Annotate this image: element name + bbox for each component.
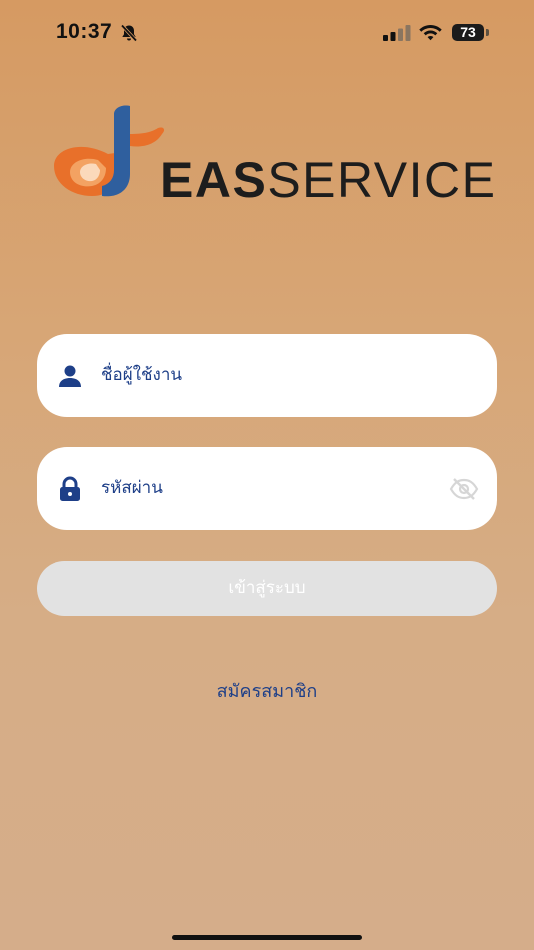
status-bar: 10:37 73 [0, 0, 534, 66]
eas-logo-mark [54, 105, 165, 197]
eye-off-icon[interactable] [449, 476, 479, 502]
home-indicator[interactable] [172, 935, 362, 940]
wifi-icon [419, 25, 442, 41]
login-button[interactable]: เข้าสู่ระบบ [37, 561, 497, 616]
cellular-signal-icon [383, 25, 411, 41]
status-time: 10:37 [56, 20, 113, 43]
battery-percent: 73 [460, 24, 476, 40]
eas-service-logo-text: EASSERVICE [160, 152, 496, 208]
username-field[interactable] [37, 334, 497, 417]
bell-slash-icon [120, 24, 138, 42]
logo-text-bold: EAS [160, 152, 268, 208]
logo-text-light: SERVICE [267, 152, 497, 208]
battery-indicator: 73 [452, 24, 484, 41]
user-icon [59, 365, 81, 387]
lock-icon [60, 476, 80, 501]
username-input[interactable] [101, 354, 431, 396]
password-input[interactable] [101, 467, 431, 509]
register-link[interactable]: สมัครสมาชิก [0, 676, 534, 705]
battery-tip [486, 29, 489, 36]
password-field[interactable] [37, 447, 497, 530]
